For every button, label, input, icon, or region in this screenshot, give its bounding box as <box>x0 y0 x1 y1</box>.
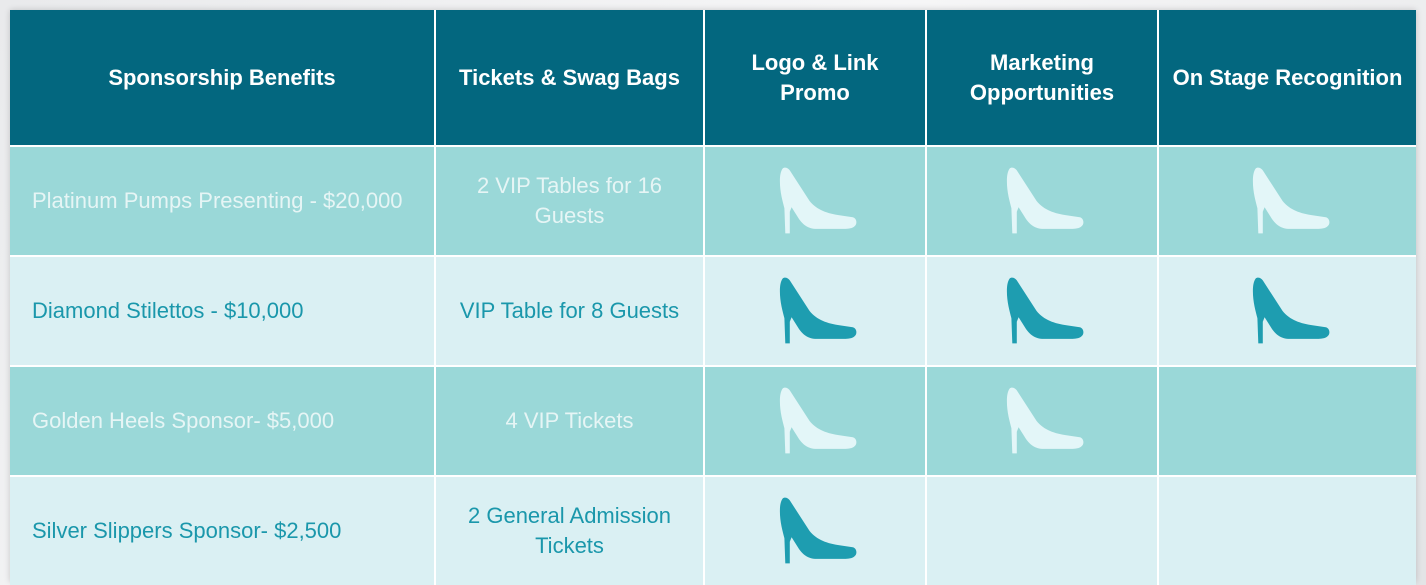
header-on-stage: On Stage Recognition <box>1158 10 1416 146</box>
marketing-cell <box>926 365 1159 476</box>
on-stage-cell <box>1158 475 1416 585</box>
high-heel-shoe-icon <box>1006 167 1084 234</box>
high-heel-shoe-icon <box>1252 167 1329 234</box>
logo-link-cell <box>704 475 927 585</box>
logo-link-cell <box>704 365 927 476</box>
header-sponsorship-benefits: Sponsorship Benefits <box>10 10 436 146</box>
tickets-cell: VIP Table for 8 Guests <box>435 255 705 366</box>
tickets-cell: 2 General Admission Tickets <box>435 475 705 585</box>
table-row: Silver Slippers Sponsor- $2,500 2 Genera… <box>10 475 1416 585</box>
tier-cell: Diamond Stilettos - $10,000 <box>10 255 436 366</box>
header-logo-link: Logo & Link Promo <box>704 10 927 146</box>
on-stage-cell <box>1158 255 1416 366</box>
high-heel-shoe-icon <box>1252 277 1329 344</box>
on-stage-cell <box>1158 365 1416 476</box>
high-heel-shoe-icon <box>1006 277 1084 344</box>
header-tickets-swag: Tickets & Swag Bags <box>435 10 705 146</box>
table-row: Golden Heels Sponsor- $5,000 4 VIP Ticke… <box>10 365 1416 476</box>
tier-cell: Golden Heels Sponsor- $5,000 <box>10 365 436 476</box>
high-heel-shoe-icon <box>779 497 857 564</box>
sponsorship-table-container: Sponsorship Benefits Tickets & Swag Bags… <box>10 10 1416 585</box>
tickets-cell: 4 VIP Tickets <box>435 365 705 476</box>
marketing-cell <box>926 475 1159 585</box>
logo-link-cell <box>704 145 927 256</box>
header-row: Sponsorship Benefits Tickets & Swag Bags… <box>10 10 1416 146</box>
tier-cell: Silver Slippers Sponsor- $2,500 <box>10 475 436 585</box>
high-heel-shoe-icon <box>779 387 857 454</box>
sponsorship-benefits-table: Sponsorship Benefits Tickets & Swag Bags… <box>10 10 1416 585</box>
header-marketing: Marketing Opportunities <box>926 10 1159 146</box>
marketing-cell <box>926 255 1159 366</box>
high-heel-shoe-icon <box>779 167 857 234</box>
tier-cell: Platinum Pumps Presenting - $20,000 <box>10 145 436 256</box>
high-heel-shoe-icon <box>1006 387 1084 454</box>
high-heel-shoe-icon <box>779 277 857 344</box>
table-row: Platinum Pumps Presenting - $20,000 2 VI… <box>10 145 1416 256</box>
logo-link-cell <box>704 255 927 366</box>
marketing-cell <box>926 145 1159 256</box>
on-stage-cell <box>1158 145 1416 256</box>
table-row: Diamond Stilettos - $10,000 VIP Table fo… <box>10 255 1416 366</box>
tickets-cell: 2 VIP Tables for 16 Guests <box>435 145 705 256</box>
